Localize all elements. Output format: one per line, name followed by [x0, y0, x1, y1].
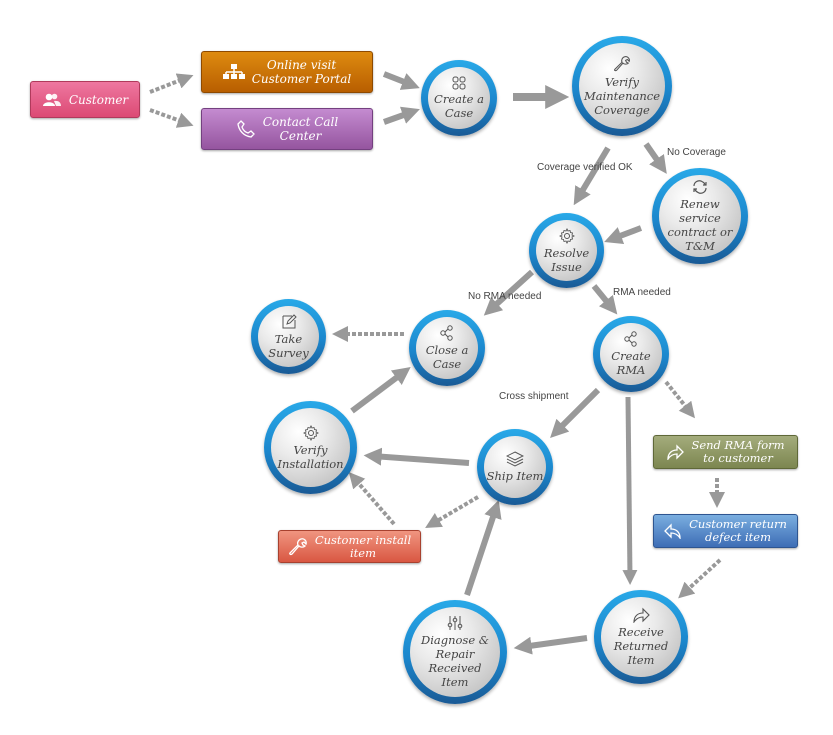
gear-icon [302, 424, 319, 441]
share-icon [624, 331, 637, 347]
node-send-rma[interactable]: Send RMA form to customer [653, 435, 798, 469]
users-icon [42, 93, 62, 107]
node-verify-install[interactable]: Verify Installation [264, 401, 357, 494]
node-take-survey[interactable]: Take Survey [251, 299, 326, 374]
gear-icon [558, 227, 575, 244]
edge-receive-diagnose [513, 635, 588, 655]
edge-label-cross-shipment: Cross shipment [499, 391, 569, 402]
node-ship-item[interactable]: Ship Item [477, 429, 553, 505]
edge-custinstall-verifyinstall [348, 471, 396, 526]
node-customer[interactable]: Customer [30, 81, 140, 118]
node-verify-coverage-label: Verify Maintenance Coverage [583, 75, 661, 117]
node-create-rma-label: Create RMA [611, 349, 651, 377]
edge-shipitem-custinstall [425, 495, 480, 529]
node-renew-label: Renew service contract or T&M [667, 197, 733, 253]
node-create-rma[interactable]: Create RMA [593, 316, 669, 392]
node-receive-returned[interactable]: Receive Returned Item [594, 590, 688, 684]
edge-customer-callcenter [149, 108, 194, 128]
node-create-case-label: Create a Case [434, 92, 484, 120]
node-resolve[interactable]: Resolve Issue [529, 213, 604, 288]
forward-icon [666, 444, 685, 460]
edge-diagnose-shipitem [464, 500, 502, 596]
edge-callcenter-createcase [382, 106, 420, 125]
node-call-center[interactable]: Contact Call Center [201, 108, 373, 150]
refresh-icon [693, 180, 707, 194]
edge-verifyinstall-closecase [350, 366, 411, 414]
reply-icon [664, 523, 682, 539]
node-resolve-label: Resolve Issue [543, 245, 590, 274]
node-close-case[interactable]: Close a Case [409, 310, 485, 386]
wrench-icon [288, 537, 308, 557]
node-close-case-label: Close a Case [425, 343, 469, 371]
node-diagnose-label: Diagnose & Repair Received Item [420, 633, 490, 689]
sitemap-icon [222, 64, 245, 80]
node-verify-install-label: Verify Installation [277, 442, 344, 471]
node-receive-returned-label: Receive Returned Item [613, 625, 669, 667]
edge-label-rma-needed: RMA needed [613, 287, 671, 298]
edge-label-no-rma: No RMA needed [468, 291, 542, 302]
edge-resolve-creatermа [591, 284, 618, 315]
edge-verify-resolve [573, 146, 611, 206]
node-return-defect[interactable]: Customer return defect item [653, 514, 798, 548]
edge-label-coverage-ok: Coverage verified OK [537, 162, 633, 173]
edge-verify-renew [643, 142, 667, 174]
node-create-case[interactable]: Create a Case [421, 60, 497, 136]
node-customer-label: Customer [68, 92, 129, 107]
edge-portal-createcase [382, 71, 420, 90]
grid-icon [452, 76, 466, 90]
edge-creatermа-sendrma [664, 380, 695, 419]
phone-icon [236, 119, 256, 139]
node-portal-label: Online visit Customer Portal [251, 58, 352, 86]
edge-label-no-coverage: No Coverage [667, 147, 726, 158]
node-call-center-label: Contact Call Center [262, 115, 339, 143]
node-customer-install[interactable]: Customer install item [278, 530, 421, 563]
node-return-defect-label: Customer return defect item [689, 517, 787, 544]
forward-icon [633, 607, 650, 623]
edge-return-receive [678, 558, 722, 599]
edge-shipitem-verifyinstall [363, 447, 470, 466]
sliders-icon [447, 616, 463, 630]
node-diagnose[interactable]: Diagnose & Repair Received Item [403, 600, 507, 704]
share-icon [440, 325, 453, 341]
node-portal[interactable]: Online visit Customer Portal [201, 51, 373, 93]
wrench-icon [614, 56, 630, 72]
edge-renew-resolve [604, 225, 643, 245]
node-customer-install-label: Customer install item [314, 532, 412, 560]
edge-creatermа-receive [622, 396, 638, 585]
node-take-survey-label: Take Survey [268, 331, 309, 360]
node-send-rma-label: Send RMA form to customer [691, 438, 785, 465]
node-ship-item-label: Ship Item [486, 469, 544, 483]
layers-icon [506, 451, 524, 467]
edge-customer-portal [149, 73, 194, 94]
edit-icon [282, 313, 297, 328]
node-renew[interactable]: Renew service contract or T&M [652, 168, 748, 264]
node-verify-coverage[interactable]: Verify Maintenance Coverage [572, 36, 672, 136]
